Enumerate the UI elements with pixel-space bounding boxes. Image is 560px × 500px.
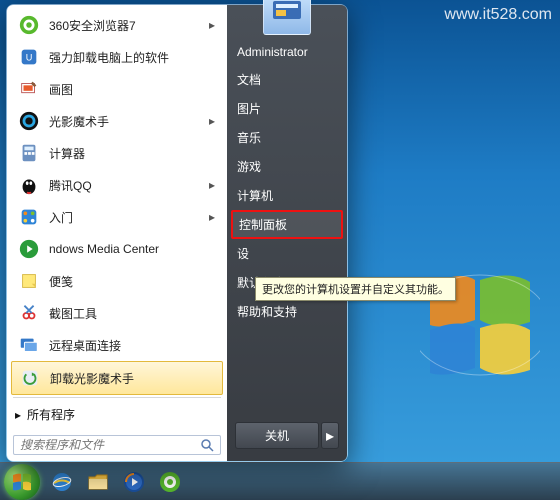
chevron-right-icon: ▸ (207, 18, 217, 32)
program-label: 卸载光影魔术手 (50, 370, 216, 387)
right-item-文档[interactable]: 文档 (227, 65, 347, 94)
shutdown-button[interactable]: 关机 (235, 422, 319, 449)
start-menu: 360安全浏览器7▸U强力卸载电脑上的软件画图光影魔术手▸计算器腾讯QQ▸入门▸… (6, 4, 348, 462)
right-item-游戏[interactable]: 游戏 (227, 152, 347, 181)
qq-icon (17, 173, 41, 197)
avatar-container (227, 0, 347, 35)
uninstall-tool-icon: U (17, 45, 41, 69)
right-item-计算机[interactable]: 计算机 (227, 181, 347, 210)
program-label: 截图工具 (49, 305, 217, 322)
right-item-帮助和支持[interactable]: 帮助和支持 (227, 297, 347, 326)
program-label: 画图 (49, 81, 217, 98)
calculator-icon (17, 141, 41, 165)
watermark-text: www.it528.com (444, 6, 552, 24)
program-item-6[interactable]: 入门▸ (11, 201, 223, 233)
program-item-11[interactable]: 卸载光影魔术手 (11, 361, 223, 395)
taskbar (0, 462, 560, 500)
program-label: 远程桌面连接 (49, 337, 217, 354)
snipping-tool-icon (17, 301, 41, 325)
taskbar-explorer-icon[interactable] (83, 467, 113, 497)
search-icon (200, 438, 214, 452)
program-item-4[interactable]: 计算器 (11, 137, 223, 169)
chevron-right-icon: ▸ (207, 114, 217, 128)
program-label: 计算器 (49, 145, 217, 162)
taskbar-360-icon[interactable] (155, 467, 185, 497)
program-item-9[interactable]: 截图工具 (11, 297, 223, 329)
search-box[interactable] (13, 435, 221, 455)
shutdown-options-arrow[interactable]: ▸ (321, 422, 339, 449)
program-item-1[interactable]: U 强力卸载电脑上的软件 (11, 41, 223, 73)
program-item-2[interactable]: 画图 (11, 73, 223, 105)
programs-list: 360安全浏览器7▸U强力卸载电脑上的软件画图光影魔术手▸计算器腾讯QQ▸入门▸… (7, 5, 227, 395)
right-item-设[interactable]: 设 (227, 239, 347, 268)
start-button[interactable] (4, 464, 40, 500)
getting-started-icon (17, 205, 41, 229)
program-item-7[interactable]: ndows Media Center (11, 233, 223, 265)
taskbar-ie-icon[interactable] (47, 467, 77, 497)
shutdown-row: 关机 ▸ (227, 416, 347, 457)
right-item-音乐[interactable]: 音乐 (227, 123, 347, 152)
svg-text:U: U (26, 53, 33, 63)
divider (13, 397, 221, 398)
browser-360-icon (17, 13, 41, 37)
right-item-图片[interactable]: 图片 (227, 94, 347, 123)
user-avatar[interactable] (263, 0, 311, 35)
program-item-10[interactable]: 远程桌面连接 (11, 329, 223, 361)
all-programs-label: 所有程序 (27, 406, 75, 423)
all-programs-button[interactable]: ▸ 所有程序 (7, 400, 227, 429)
media-center-icon (17, 237, 41, 261)
user-name-item[interactable]: Administrator (227, 39, 347, 65)
chevron-right-icon: ▸ (15, 408, 21, 422)
search-input[interactable] (20, 438, 200, 452)
uninstall-neoimaging-icon (18, 366, 42, 390)
start-menu-left-panel: 360安全浏览器7▸U强力卸载电脑上的软件画图光影魔术手▸计算器腾讯QQ▸入门▸… (7, 5, 227, 461)
program-item-5[interactable]: 腾讯QQ▸ (11, 169, 223, 201)
program-label: 360安全浏览器7 (49, 17, 207, 34)
taskbar-media-player-icon[interactable] (119, 467, 149, 497)
program-label: 腾讯QQ (49, 177, 207, 194)
program-item-8[interactable]: 便笺 (11, 265, 223, 297)
paint-icon (17, 77, 41, 101)
start-menu-right-panel: Administrator 文档图片音乐游戏计算机控制面板设默认程序帮助和支持 … (227, 5, 347, 461)
neoimaging-icon (17, 109, 41, 133)
program-label: 强力卸载电脑上的软件 (49, 49, 217, 66)
control-panel-tooltip: 更改您的计算机设置并自定义其功能。 (255, 277, 456, 301)
program-item-0[interactable]: 360安全浏览器7▸ (11, 9, 223, 41)
chevron-right-icon: ▸ (207, 178, 217, 192)
chevron-right-icon: ▸ (207, 210, 217, 224)
program-label: 光影魔术手 (49, 113, 207, 130)
remote-desktop-icon (17, 333, 41, 357)
program-item-3[interactable]: 光影魔术手▸ (11, 105, 223, 137)
program-label: 便笺 (49, 273, 217, 290)
program-label: 入门 (49, 209, 207, 226)
sticky-notes-icon (17, 269, 41, 293)
program-label: ndows Media Center (49, 242, 217, 256)
right-item-控制面板[interactable]: 控制面板 (231, 210, 343, 239)
